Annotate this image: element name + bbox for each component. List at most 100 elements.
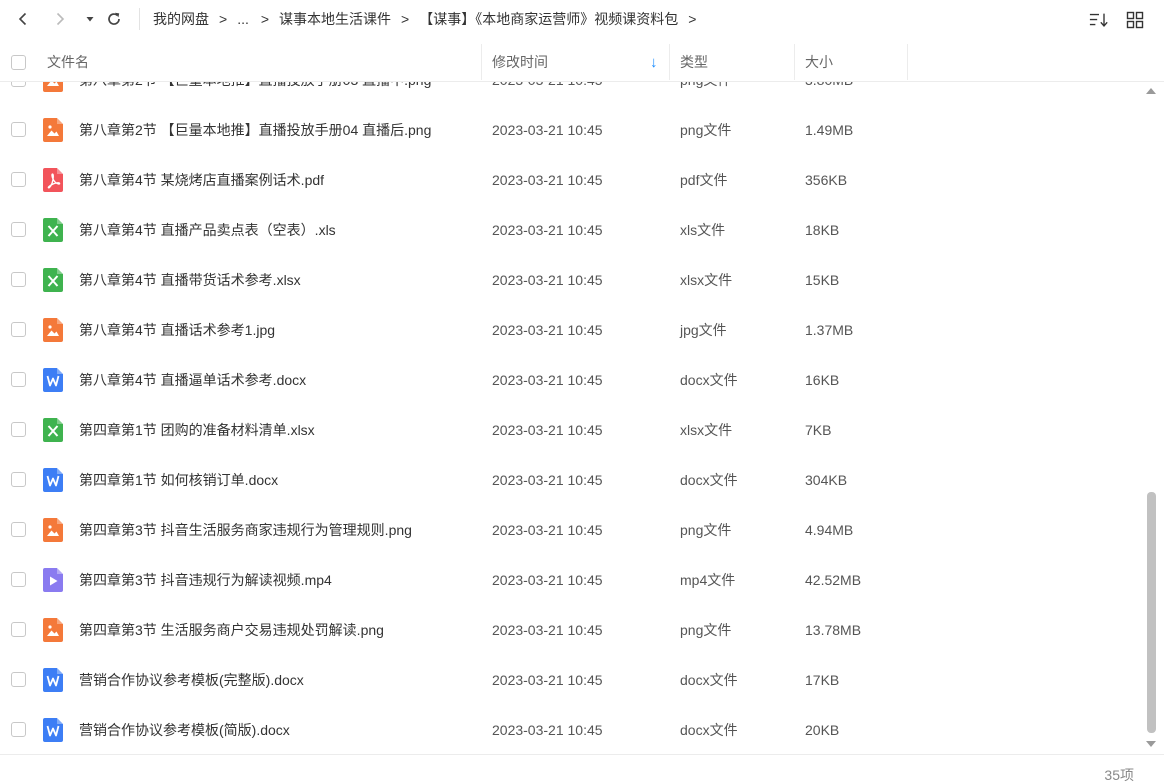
row-checkbox[interactable]: [11, 672, 26, 687]
file-size: 15KB: [805, 272, 840, 288]
file-name[interactable]: 第八章第4节 某烧烤店直播案例话术.pdf: [79, 155, 324, 205]
file-name[interactable]: 第四章第3节 生活服务商户交易违规处罚解读.png: [79, 605, 384, 655]
file-row[interactable]: 第四章第3节 抖音生活服务商家违规行为管理规则.png 2023-03-21 1…: [0, 505, 1140, 555]
video-file-icon: [43, 568, 63, 592]
sort-icon[interactable]: [1089, 10, 1109, 30]
excel-file-icon: [43, 218, 63, 242]
file-name[interactable]: 第八章第4节 直播带货话术参考.xlsx: [79, 255, 301, 305]
column-divider[interactable]: [481, 44, 482, 80]
word-file-icon: [43, 468, 63, 492]
excel-file-icon: [43, 268, 63, 292]
file-modified-time: 2023-03-21 10:45: [492, 222, 603, 238]
file-row[interactable]: 第八章第4节 直播产品卖点表（空表）.xls 2023-03-21 10:45 …: [0, 205, 1140, 255]
excel-file-icon: [43, 418, 63, 442]
breadcrumb-item-current[interactable]: 【谋事】《本地商家运营师》视频课资料包: [419, 9, 678, 29]
column-header-time[interactable]: 修改时间: [492, 42, 548, 82]
row-checkbox[interactable]: [11, 322, 26, 337]
file-row[interactable]: 营销合作协议参考模板(简版).docx 2023-03-21 10:45 doc…: [0, 705, 1140, 754]
row-checkbox[interactable]: [11, 122, 26, 137]
status-bar: 35项: [0, 754, 1164, 784]
file-row[interactable]: 第八章第2节 【巨量本地推】直播投放手册03 直播中.png 2023-03-2…: [0, 82, 1140, 105]
image-file-icon: [43, 118, 63, 142]
file-name[interactable]: 第八章第2节 【巨量本地推】直播投放手册04 直播后.png: [79, 105, 431, 155]
file-name[interactable]: 第八章第4节 直播话术参考1.jpg: [79, 305, 275, 355]
file-modified-time: 2023-03-21 10:45: [492, 82, 603, 105]
breadcrumb-item-root[interactable]: 我的网盘: [153, 9, 209, 29]
file-name[interactable]: 第四章第1节 如何核销订单.docx: [79, 455, 278, 505]
scroll-up-arrow-icon[interactable]: [1146, 88, 1156, 94]
file-type: png文件: [680, 122, 732, 138]
file-name[interactable]: 第四章第1节 团购的准备材料清单.xlsx: [79, 405, 315, 455]
file-row[interactable]: 第八章第4节 直播带货话术参考.xlsx 2023-03-21 10:45 xl…: [0, 255, 1140, 305]
file-size: 4.94MB: [805, 522, 854, 538]
image-file-icon: [43, 518, 63, 542]
row-checkbox[interactable]: [11, 572, 26, 587]
forward-icon[interactable]: [50, 9, 70, 29]
file-type: docx文件: [680, 372, 738, 388]
file-type: png文件: [680, 522, 732, 538]
row-checkbox[interactable]: [11, 722, 26, 737]
file-row[interactable]: 第八章第4节 直播话术参考1.jpg 2023-03-21 10:45 jpg文…: [0, 305, 1140, 355]
file-row[interactable]: 第四章第1节 团购的准备材料清单.xlsx 2023-03-21 10:45 x…: [0, 405, 1140, 455]
column-divider[interactable]: [669, 44, 670, 80]
sort-descending-icon[interactable]: ↓: [650, 42, 658, 82]
column-header-size[interactable]: 大小: [805, 42, 833, 82]
row-checkbox[interactable]: [11, 272, 26, 287]
file-modified-time: 2023-03-21 10:45: [492, 322, 603, 338]
file-type: xlsx文件: [680, 422, 733, 438]
back-icon[interactable]: [13, 9, 33, 29]
file-row[interactable]: 第八章第2节 【巨量本地推】直播投放手册04 直播后.png 2023-03-2…: [0, 105, 1140, 155]
file-modified-time: 2023-03-21 10:45: [492, 522, 603, 538]
file-name[interactable]: 第八章第4节 直播产品卖点表（空表）.xls: [79, 205, 336, 255]
file-name[interactable]: 第四章第3节 抖音违规行为解读视频.mp4: [79, 555, 332, 605]
breadcrumb-item-ellipsis[interactable]: ...: [237, 11, 249, 27]
row-checkbox[interactable]: [11, 472, 26, 487]
file-row[interactable]: 第八章第4节 某烧烤店直播案例话术.pdf 2023-03-21 10:45 p…: [0, 155, 1140, 205]
row-checkbox[interactable]: [11, 522, 26, 537]
refresh-icon[interactable]: [104, 9, 124, 29]
breadcrumb-separator: >: [219, 11, 228, 27]
toolbar-divider: [139, 8, 140, 30]
file-row[interactable]: 第八章第4节 直播逼单话术参考.docx 2023-03-21 10:45 do…: [0, 355, 1140, 405]
file-size: 16KB: [805, 372, 840, 388]
file-size: 20KB: [805, 722, 840, 738]
file-name[interactable]: 营销合作协议参考模板(完整版).docx: [79, 655, 304, 705]
row-checkbox[interactable]: [11, 422, 26, 437]
file-size: 7KB: [805, 422, 832, 438]
file-row[interactable]: 第四章第3节 生活服务商户交易违规处罚解读.png 2023-03-21 10:…: [0, 605, 1140, 655]
word-file-icon: [43, 668, 63, 692]
file-type: docx文件: [680, 722, 738, 738]
file-name[interactable]: 营销合作协议参考模板(简版).docx: [79, 705, 290, 754]
row-checkbox[interactable]: [11, 372, 26, 387]
file-row[interactable]: 第四章第3节 抖音违规行为解读视频.mp4 2023-03-21 10:45 m…: [0, 555, 1140, 605]
column-divider[interactable]: [907, 44, 908, 80]
file-name[interactable]: 第八章第4节 直播逼单话术参考.docx: [79, 355, 306, 405]
file-row[interactable]: 第四章第1节 如何核销订单.docx 2023-03-21 10:45 docx…: [0, 455, 1140, 505]
select-all-checkbox[interactable]: [11, 42, 26, 82]
history-dropdown-icon[interactable]: [80, 9, 100, 29]
column-divider[interactable]: [794, 44, 795, 80]
file-size: 13.78MB: [805, 622, 862, 638]
file-modified-time: 2023-03-21 10:45: [492, 122, 603, 138]
breadcrumb-item-folder[interactable]: 谋事本地生活课件: [279, 9, 391, 29]
file-name[interactable]: 第四章第3节 抖音生活服务商家违规行为管理规则.png: [79, 505, 412, 555]
file-name[interactable]: 第八章第2节 【巨量本地推】直播投放手册03 直播中.png: [79, 82, 431, 105]
image-file-icon: [43, 618, 63, 642]
file-type: png文件: [680, 622, 732, 638]
row-checkbox[interactable]: [11, 172, 26, 187]
column-header-type[interactable]: 类型: [680, 42, 708, 82]
file-size: 18KB: [805, 222, 840, 238]
row-checkbox[interactable]: [11, 82, 26, 87]
top-toolbar: 我的网盘 > ... > 谋事本地生活课件 > 【谋事】《本地商家运营师》视频课…: [0, 0, 1164, 38]
row-checkbox[interactable]: [11, 222, 26, 237]
row-checkbox[interactable]: [11, 622, 26, 637]
file-modified-time: 2023-03-21 10:45: [492, 272, 603, 288]
column-header-name[interactable]: 文件名: [47, 42, 89, 82]
breadcrumb-trailing-chevron[interactable]: >: [688, 11, 696, 27]
scroll-thumb[interactable]: [1147, 492, 1156, 733]
grid-view-icon[interactable]: [1125, 10, 1145, 30]
image-file-icon: [43, 82, 63, 92]
file-row[interactable]: 营销合作协议参考模板(完整版).docx 2023-03-21 10:45 do…: [0, 655, 1140, 705]
scroll-down-arrow-icon[interactable]: [1146, 741, 1156, 747]
file-modified-time: 2023-03-21 10:45: [492, 672, 603, 688]
